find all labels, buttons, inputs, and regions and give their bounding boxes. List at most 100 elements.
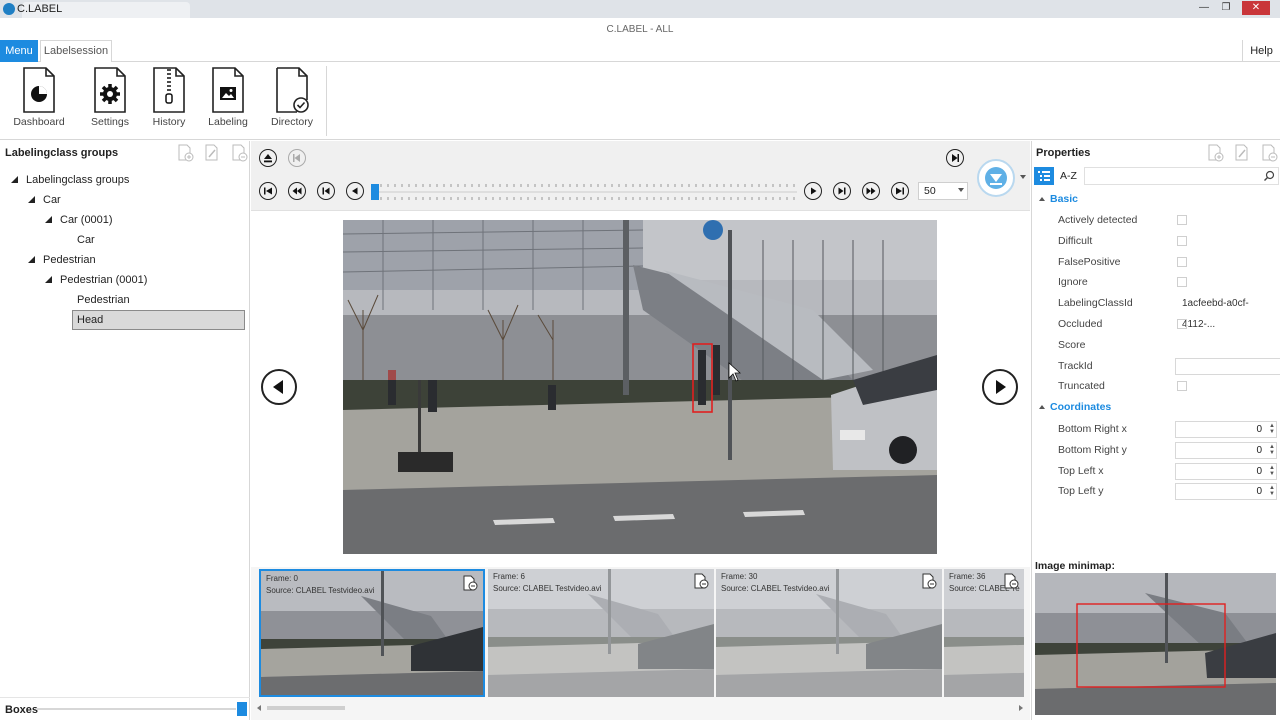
edit-class-icon[interactable]: [203, 144, 221, 162]
sort-categorized-button[interactable]: [1034, 167, 1054, 185]
property-row[interactable]: TrackId: [1032, 356, 1280, 377]
directory-label: Directory: [270, 116, 313, 128]
spinner-icon[interactable]: ▲ ▼: [1267, 465, 1275, 477]
history-button[interactable]: History: [140, 66, 198, 128]
property-checkbox[interactable]: [1177, 319, 1187, 329]
play-to-end-button[interactable]: [946, 149, 964, 167]
property-row[interactable]: LabelingClassId 1acfeebd-a0cf-4112-...: [1032, 293, 1280, 330]
tree-node-pedestrian-leaf[interactable]: Pedestrian: [77, 291, 130, 309]
property-checkbox[interactable]: [1177, 235, 1187, 246]
filter-button[interactable]: [977, 159, 1015, 197]
filter-icon: [985, 167, 1007, 189]
tree-node-label: Head: [77, 314, 104, 326]
collapse-triangle-icon[interactable]: [1039, 197, 1045, 201]
boxes-slider-track[interactable]: [36, 708, 236, 710]
play-backward-button[interactable]: [346, 182, 364, 200]
thumbnail-item[interactable]: Frame: 30 Source: CLABEL Testvideo.avi: [716, 569, 942, 697]
expand-triangle-icon[interactable]: [28, 196, 35, 203]
remove-class-icon[interactable]: [230, 144, 248, 162]
coordinate-input[interactable]: 0 ▲ ▼: [1175, 441, 1277, 459]
property-search-input[interactable]: [1084, 167, 1279, 185]
remove-thumbnail-icon[interactable]: [462, 575, 478, 591]
boxes-slider-thumb[interactable]: [237, 702, 247, 716]
remove-property-icon[interactable]: [1260, 144, 1278, 162]
add-property-icon[interactable]: [1206, 144, 1224, 162]
property-checkbox[interactable]: [1177, 215, 1187, 225]
coordinate-input[interactable]: 0 ▲ ▼: [1175, 483, 1277, 501]
image-minimap[interactable]: [1035, 573, 1276, 715]
coordinate-row[interactable]: Top Left y 0 ▲ ▼: [1032, 481, 1280, 502]
sort-az-button[interactable]: A-Z: [1060, 170, 1077, 182]
fast-forward-button[interactable]: [862, 182, 880, 200]
coordinate-input[interactable]: 0 ▲ ▼: [1175, 421, 1277, 438]
expand-triangle-icon[interactable]: [28, 256, 35, 263]
previous-image-button[interactable]: [261, 369, 297, 405]
dashboard-button[interactable]: Dashboard: [10, 66, 68, 128]
spinner-icon[interactable]: ▲ ▼: [1267, 444, 1275, 456]
spinner-icon[interactable]: ▲ ▼: [1267, 485, 1275, 497]
thumbnail-frame: Frame: 30: [721, 572, 758, 581]
tab-menu[interactable]: Menu: [0, 40, 38, 62]
thumbnail-scrollbar[interactable]: [257, 703, 1023, 713]
image-canvas[interactable]: [251, 212, 1030, 567]
property-row[interactable]: FalsePositive: [1032, 252, 1280, 273]
tree-node-car-leaf[interactable]: Car: [77, 231, 95, 249]
tree-node-head[interactable]: Head: [77, 311, 103, 329]
property-text-input[interactable]: [1175, 357, 1280, 375]
timeline-slider[interactable]: [371, 183, 797, 201]
property-row[interactable]: Actively detected: [1032, 210, 1280, 231]
maximize-button[interactable]: ❐: [1216, 1, 1236, 15]
group-coordinates[interactable]: Coordinates: [1032, 398, 1280, 417]
last-frame-button[interactable]: [891, 182, 909, 200]
property-checkbox[interactable]: [1177, 381, 1187, 392]
remove-thumbnail-icon[interactable]: [1003, 573, 1019, 589]
speed-select[interactable]: 50: [918, 182, 968, 200]
property-checkbox[interactable]: [1177, 256, 1187, 267]
close-button[interactable]: ✕: [1242, 1, 1270, 15]
speed-value: 50: [924, 185, 936, 197]
thumbnail-item[interactable]: Frame: 6 Source: CLABEL Testvideo.avi: [488, 569, 714, 697]
next-frame-button[interactable]: [833, 182, 851, 200]
edit-property-icon[interactable]: [1233, 144, 1251, 162]
thumbnail-item[interactable]: Frame: 36 Source: CLABEL Te: [944, 569, 1024, 697]
collapse-triangle-icon[interactable]: [1039, 405, 1045, 409]
property-row[interactable]: Truncated: [1032, 376, 1280, 397]
window-title: C.LABEL - ALL: [606, 24, 674, 35]
property-row[interactable]: Ignore: [1032, 272, 1280, 293]
coordinate-row[interactable]: Bottom Right x 0 ▲ ▼: [1032, 419, 1280, 440]
add-class-icon[interactable]: [176, 144, 194, 162]
group-basic[interactable]: Basic: [1032, 190, 1280, 209]
play-button[interactable]: [804, 182, 822, 200]
street-scene-image[interactable]: [343, 220, 937, 554]
timeline-thumb[interactable]: [371, 184, 379, 200]
group-coordinates-label: Coordinates: [1050, 401, 1112, 413]
remove-thumbnail-icon[interactable]: [921, 573, 937, 589]
settings-button[interactable]: Settings: [81, 66, 139, 128]
tab-labelsession[interactable]: Labelsession: [40, 40, 112, 62]
rewind-button[interactable]: [288, 182, 306, 200]
prev-frame-button[interactable]: [317, 182, 335, 200]
help-button[interactable]: Help: [1242, 40, 1280, 62]
coordinate-row[interactable]: Bottom Right y 0 ▲ ▼: [1032, 440, 1280, 461]
coordinate-input[interactable]: 0 ▲ ▼: [1175, 462, 1277, 480]
coordinate-row[interactable]: Top Left x 0 ▲ ▼: [1032, 461, 1280, 482]
expand-triangle-icon[interactable]: [45, 276, 52, 283]
spinner-icon[interactable]: ▲ ▼: [1267, 423, 1275, 435]
eject-button[interactable]: [259, 149, 277, 167]
property-row[interactable]: Occluded: [1032, 314, 1280, 335]
property-row[interactable]: Difficult: [1032, 231, 1280, 252]
property-row[interactable]: Score: [1032, 335, 1280, 356]
next-image-button[interactable]: [982, 369, 1018, 405]
directory-button[interactable]: Directory: [263, 66, 321, 128]
property-checkbox[interactable]: [1177, 277, 1187, 288]
expand-triangle-icon[interactable]: [45, 216, 52, 223]
expand-triangle-icon[interactable]: [11, 176, 18, 183]
first-frame-button[interactable]: [259, 182, 277, 200]
boxes-label: Boxes: [5, 704, 39, 716]
remove-thumbnail-icon[interactable]: [693, 573, 709, 589]
filter-dropdown-icon[interactable]: [1020, 175, 1026, 179]
labeling-button[interactable]: Labeling: [199, 66, 257, 128]
minimize-button[interactable]: —: [1194, 1, 1214, 15]
thumbnail-item[interactable]: Frame: 0 Source: CLABEL Testvideo.avi: [259, 569, 485, 697]
step-back-disabled-button[interactable]: [288, 149, 306, 167]
